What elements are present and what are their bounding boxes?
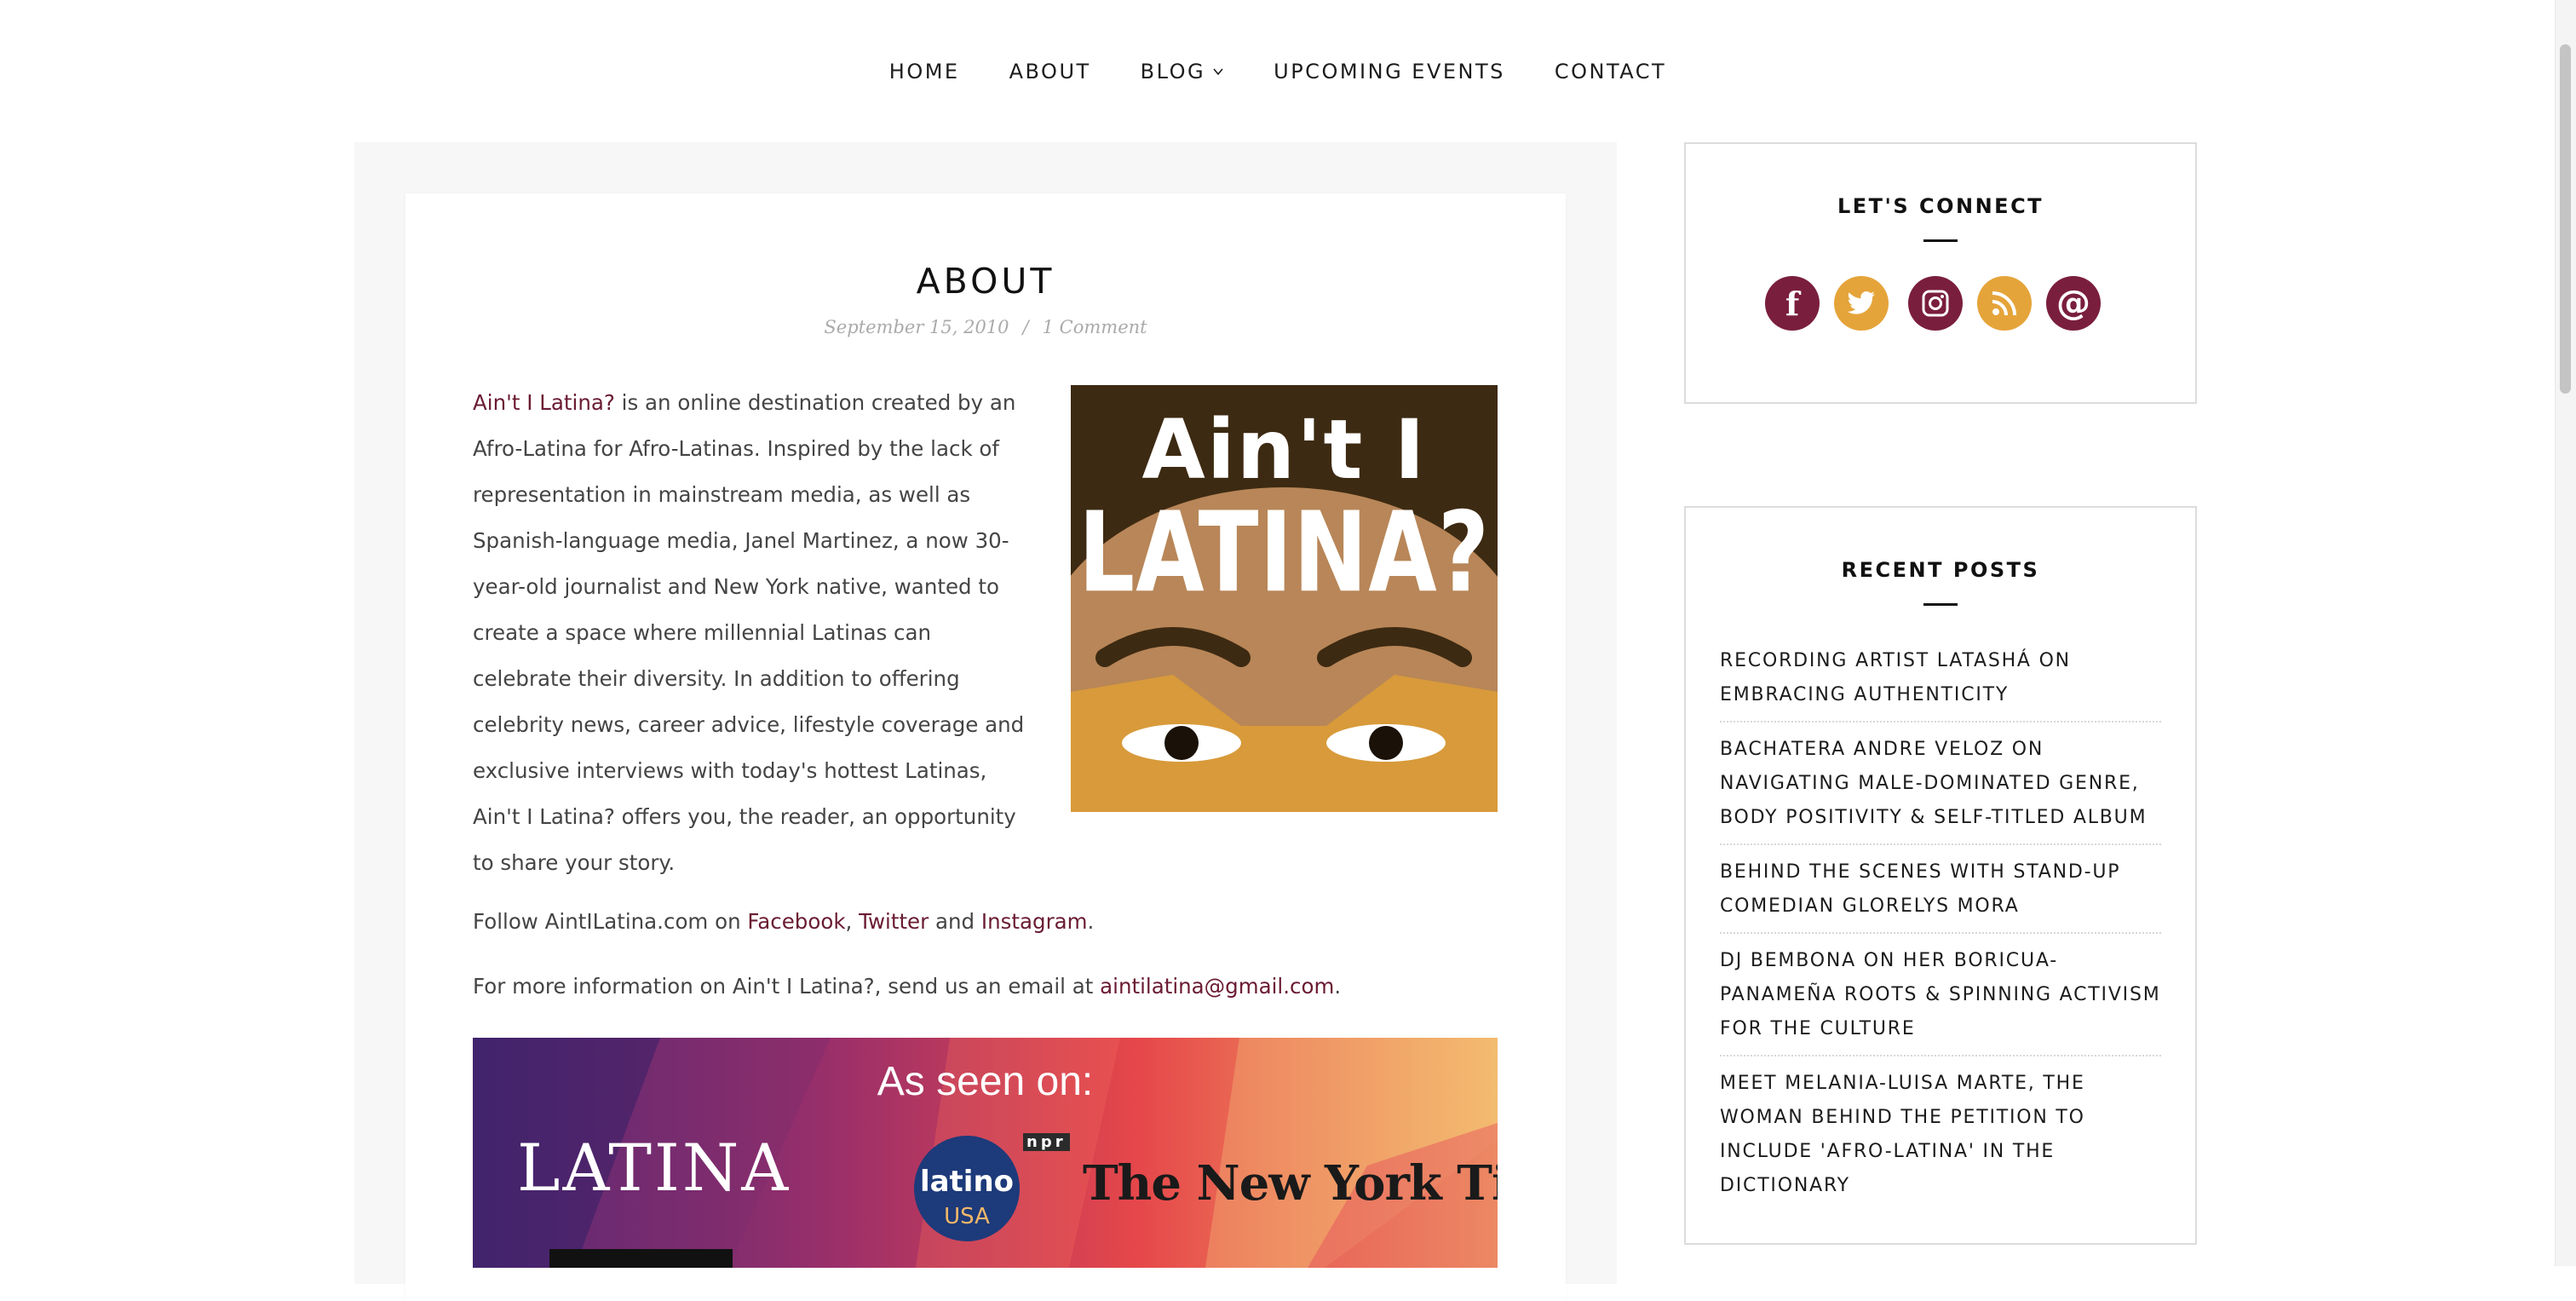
nav-about-label: ABOUT [1009,60,1091,83]
recent-posts-widget: RECENT POSTS RECORDING ARTIST LATASHÁ ON… [1684,506,2197,1245]
twitter-icon[interactable] [1834,276,1889,331]
nav-blog[interactable]: BLOG [1141,60,1224,83]
facebook-link[interactable]: Facebook [747,909,845,934]
latino-usa-logo: latino USA [914,1136,1020,1241]
nav-upcoming-events[interactable]: UPCOMING EVENTS [1274,60,1505,83]
as-seen-on-banner: As seen on: LATINA latino USA npr The Ne… [473,1038,1498,1268]
follow-and: and [929,909,981,934]
nav-home[interactable]: HOME [889,60,960,83]
chevron-down-icon [1213,68,1223,76]
nyt-logo: The New York Times [1083,1155,1498,1212]
npr-logo: npr [1023,1133,1070,1151]
post-date[interactable]: September 15, 2010 [824,317,1009,337]
instagram-link[interactable]: Instagram [981,909,1088,934]
banner-heading: As seen on: [877,1059,1094,1104]
post-comments-link[interactable]: 1 Comment [1043,317,1147,337]
nav-home-label: HOME [888,60,960,83]
recent-post-link[interactable]: BACHATERA ANDRE VELOZ ON NAVIGATING MALE… [1720,722,2161,845]
intro-site-link[interactable]: Ain't I Latina? [473,390,615,415]
recent-post-link[interactable]: DJ BEMBONA ON HER BORICUA-PANAMEÑA ROOTS… [1720,934,2161,1056]
nav-contact[interactable]: CONTACT [1555,60,1666,83]
twitter-link[interactable]: Twitter [859,909,929,934]
email-icon[interactable]: @ [2046,276,2101,331]
rss-feed-glyph [1992,291,2016,316]
intro-paragraph: Ain't I Latina? is an online destination… [473,380,1026,886]
follow-period: . [1087,909,1095,934]
email-paragraph: For more information on Ain't I Latina?,… [473,974,1341,999]
twitter-bird-glyph [1847,291,1875,314]
main-nav: HOME ABOUT BLOG UPCOMING EVENTS CONTACT [0,0,2556,143]
cover-title-line1: Ain't I [1141,402,1427,498]
connect-widget-title: LET'S CONNECT [1837,194,2044,218]
email-link[interactable]: aintilatina@gmail.com [1100,974,1334,999]
instagram-icon[interactable] [1908,276,1963,331]
recent-posts-list: RECORDING ARTIST LATASHÁ ON EMBRACING AU… [1720,634,2161,1212]
facebook-icon[interactable]: f [1765,276,1820,331]
intro-text: is an online destination created by an A… [473,390,1025,875]
nav-list: HOME ABOUT BLOG UPCOMING EVENTS CONTACT [889,60,1666,83]
follow-paragraph: Follow AintILatina.com on Facebook, Twit… [473,909,1094,934]
connect-title-rule [1923,239,1958,242]
latina-logo: LATINA [517,1130,791,1206]
page-scrollbar[interactable] [2555,0,2576,1266]
recent-posts-title-rule [1923,603,1958,606]
scrollbar-thumb[interactable] [2560,44,2571,394]
recent-post-link[interactable]: BEHIND THE SCENES WITH STAND-UP COMEDIAN… [1720,845,2161,934]
cover-title-line2: LATINA? [1078,487,1491,618]
recent-posts-title: RECENT POSTS [1841,558,2040,582]
social-icons: f @ [1765,276,2101,331]
follow-comma: , [845,909,860,934]
latino-usa-logo-subtext: USA [944,1204,990,1229]
site-cover-image: Ain't I LATINA? [1071,385,1498,812]
nav-contact-label: CONTACT [1554,60,1667,83]
meta-separator: / [1022,317,1029,337]
recent-post-link[interactable]: MEET MELANIA-LUISA MARTE, THE WOMAN BEHI… [1720,1056,2161,1212]
nav-about[interactable]: ABOUT [1009,60,1091,83]
nav-blog-label: BLOG [1140,60,1206,83]
rss-icon[interactable] [1977,276,2032,331]
nav-upcoming-events-label: UPCOMING EVENTS [1274,60,1505,83]
recent-post-link[interactable]: RECORDING ARTIST LATASHÁ ON EMBRACING AU… [1720,634,2161,722]
post-meta: September 15, 2010 / 1 Comment [405,317,1566,337]
instagram-camera-glyph [1922,290,1949,317]
connect-widget: LET'S CONNECT f @ [1684,142,2197,404]
page-title: ABOUT [916,261,1055,302]
latino-usa-logo-text: latino [919,1165,1015,1199]
email-text: For more information on Ain't I Latina?,… [473,974,1101,999]
email-period: . [1334,974,1342,999]
follow-text: Follow AintILatina.com on [473,909,748,934]
